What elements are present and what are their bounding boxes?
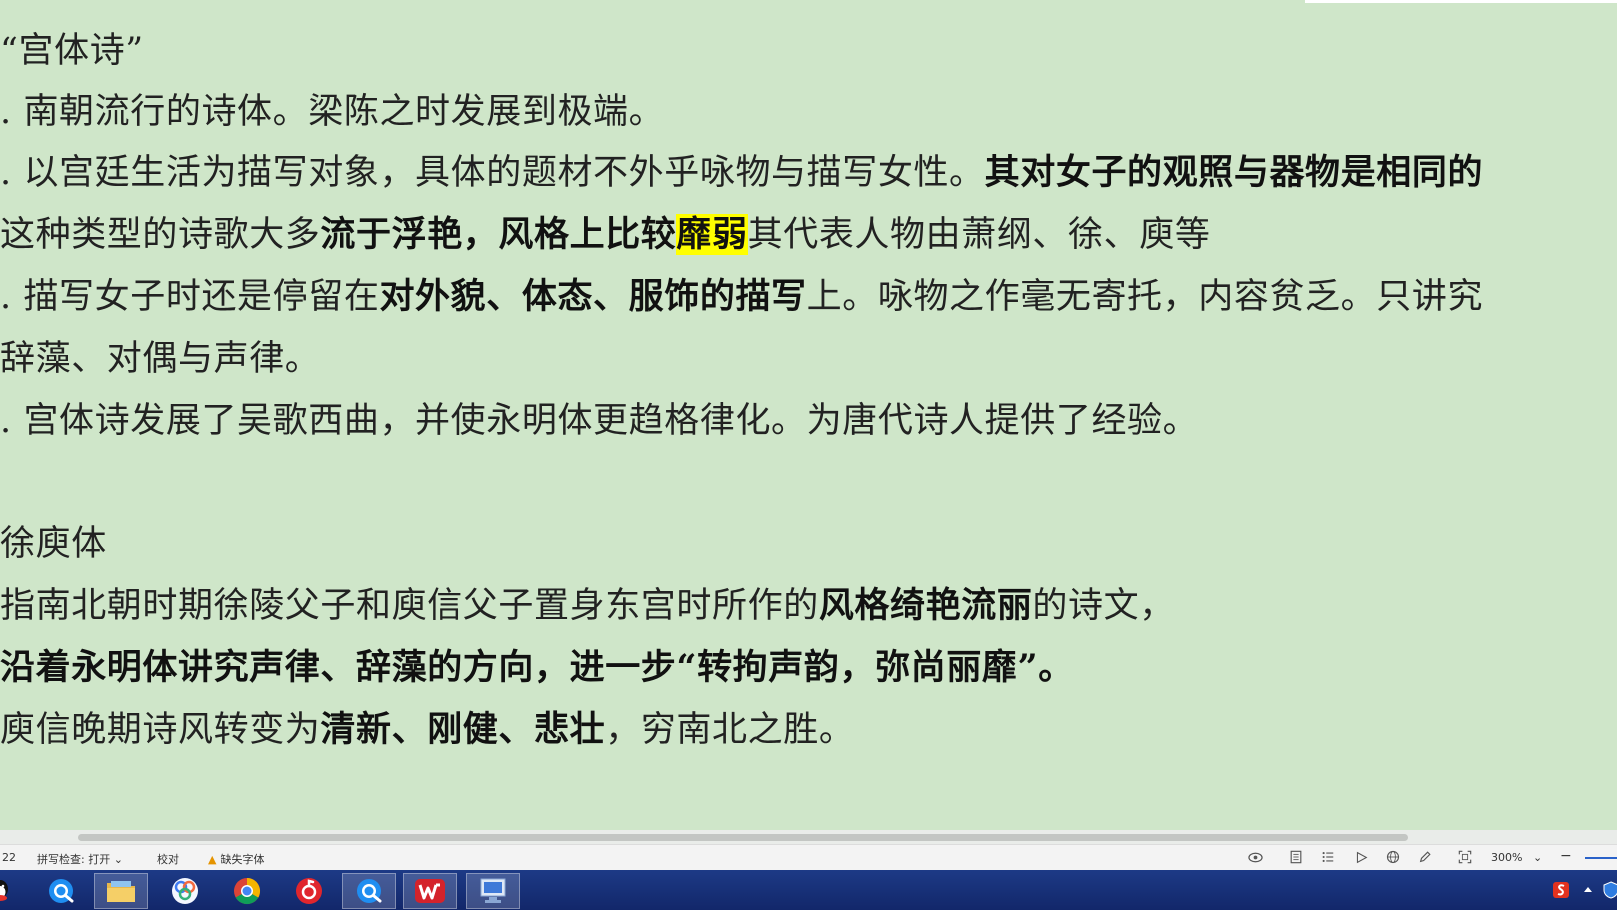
text-run: “宫体诗” — [0, 31, 144, 71]
outline-view-icon[interactable] — [1320, 849, 1336, 865]
qq-icon[interactable] — [0, 873, 18, 909]
bold-text: 沿着永明体讲究声律、辞藻的方向，进一步“转拘声韵，弥尚丽靡”。 — [0, 647, 1074, 688]
text-run: 指南北朝时期徐陵父子和庾信父子置身东宫时所作的 — [0, 586, 819, 626]
doc-line[interactable]: 指南北朝时期徐陵父子和庾信父子置身东宫时所作的风格绮艳流丽的诗文， — [0, 584, 1175, 628]
missing-fonts-label: 缺失字体 — [220, 853, 265, 866]
wps-icon[interactable] — [403, 873, 457, 909]
tray-expand-icon[interactable] — [1578, 880, 1598, 900]
page-number[interactable]: 22 — [2, 851, 16, 864]
fit-screen-icon[interactable] — [1457, 849, 1473, 865]
text-run: 辞藻、对偶与声律。 — [0, 339, 321, 379]
photos-icon[interactable] — [158, 873, 212, 909]
text-run: 其代表人物由萧纲、徐、庾等 — [747, 215, 1211, 255]
text-run: . 描写女子时还是停留在 — [0, 277, 380, 317]
bold-text: 对外貌、体态、服饰的描写 — [379, 276, 807, 317]
text-run: . 以宫廷生活为描写对象，具体的题材不外乎咏物与描写女性。 — [0, 153, 985, 193]
sogou-input-icon[interactable] — [1551, 880, 1571, 900]
doc-line[interactable]: 庾信晚期诗风转变为清新、刚健、悲壮，穷南北之胜。 — [0, 708, 854, 752]
text-run: 上。咏物之作毫无寄托，内容贫乏。只讲究 — [806, 277, 1484, 317]
netease-music-icon[interactable] — [282, 873, 336, 909]
doc-line[interactable]: 沿着永明体讲究声律、辞藻的方向，进一步“转拘声韵，弥尚丽靡”。 — [0, 646, 1074, 690]
doc-line[interactable]: “宫体诗” — [0, 29, 144, 73]
bold-text: 风格绮艳流丽 — [818, 585, 1033, 626]
chevron-down-icon: ⌄ — [113, 853, 123, 866]
pen-icon[interactable] — [1417, 849, 1433, 865]
eye-icon[interactable] — [1247, 849, 1263, 865]
text-run: . 宫体诗发展了吴歌西曲，并使永明体更趋格律化。为唐代诗人提供了经验。 — [0, 401, 1199, 441]
zoom-out-button[interactable]: − — [1560, 848, 1572, 864]
warning-icon: ▲ — [208, 853, 217, 866]
document-page[interactable]: “宫体诗” . 南朝流行的诗体。梁陈之时发展到极端。 . 以宫廷生活为描写对象，… — [0, 0, 1617, 830]
chevron-down-icon[interactable]: ⌄ — [1533, 851, 1542, 864]
text-run: . 南朝流行的诗体。梁陈之时发展到极端。 — [0, 92, 665, 132]
highlighted-text: 靡弱 — [676, 214, 748, 255]
zoom-slider[interactable] — [1585, 857, 1617, 859]
text-run: 庾信晚期诗风转变为 — [0, 710, 321, 750]
doc-line[interactable]: 徐庾体 — [0, 522, 107, 566]
zoom-level[interactable]: 300% — [1491, 851, 1522, 864]
scrollbar-thumb[interactable] — [78, 834, 1408, 841]
bold-text: 其对女子的观照与器物是相同的 — [984, 152, 1484, 193]
remote-desktop-icon[interactable] — [466, 873, 520, 909]
web-view-icon[interactable] — [1385, 849, 1401, 865]
doc-line[interactable]: . 宫体诗发展了吴歌西曲，并使永明体更趋格律化。为唐代诗人提供了经验。 — [0, 399, 1198, 443]
text-run: 的诗文， — [1032, 586, 1175, 626]
proofread-button[interactable]: 校对 — [157, 851, 179, 867]
status-bar: 22 拼写检查: 打开 ⌄ 校对 ▲ 缺失字体 300% ⌄ − — [0, 844, 1617, 871]
ruler-strip — [1305, 0, 1617, 3]
browser-icon-2[interactable] — [342, 873, 396, 909]
browser-icon[interactable] — [34, 873, 88, 909]
play-icon[interactable] — [1353, 849, 1369, 865]
doc-line[interactable]: 辞藻、对偶与声律。 — [0, 337, 320, 381]
taskbar — [0, 870, 1617, 910]
file-explorer-icon[interactable] — [94, 873, 148, 909]
spell-check-label: 拼写检查: 打开 — [37, 853, 111, 866]
missing-fonts-button[interactable]: ▲ 缺失字体 — [208, 851, 264, 867]
chrome-icon[interactable] — [220, 873, 274, 909]
bold-text: 清新、刚健、悲壮 — [320, 709, 606, 750]
text-run: ，穷南北之胜。 — [605, 710, 855, 750]
page-view-icon[interactable] — [1288, 849, 1304, 865]
horizontal-scrollbar[interactable] — [0, 830, 1617, 844]
security-shield-icon[interactable] — [1601, 880, 1617, 900]
spell-check-toggle[interactable]: 拼写检查: 打开 ⌄ — [37, 851, 123, 867]
doc-line[interactable]: . 南朝流行的诗体。梁陈之时发展到极端。 — [0, 90, 664, 134]
text-run: 这种类型的诗歌大多 — [0, 215, 321, 255]
doc-line[interactable]: . 以宫廷生活为描写对象，具体的题材不外乎咏物与描写女性。其对女子的观照与器物是… — [0, 151, 1483, 195]
bold-text: 流于浮艳，风格上比较 — [320, 214, 677, 255]
doc-line[interactable]: 这种类型的诗歌大多流于浮艳，风格上比较靡弱其代表人物由萧纲、徐、庾等 — [0, 213, 1210, 257]
doc-line[interactable]: . 描写女子时还是停留在对外貌、体态、服饰的描写上。咏物之作毫无寄托，内容贫乏。… — [0, 275, 1483, 319]
text-run: 徐庾体 — [0, 524, 107, 564]
